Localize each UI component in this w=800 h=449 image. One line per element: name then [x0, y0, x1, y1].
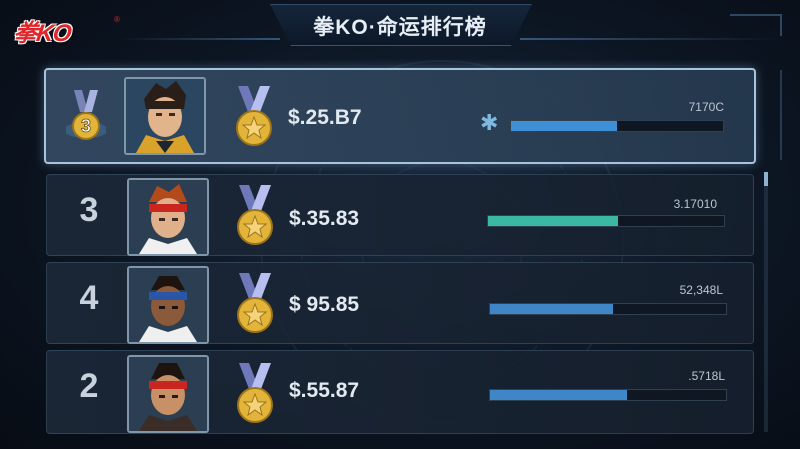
asterisk-icon: ✱	[480, 110, 499, 135]
player-score: $.55.87	[289, 379, 360, 402]
player-score: $.35.83	[289, 207, 360, 230]
bar-value: 7170C	[688, 100, 724, 114]
leaderboard-row-highlighted[interactable]: 3 $.25.B7 ✱ 7170C	[44, 68, 756, 164]
leaderboard-row[interactable]: 2 $.55.87 .5718L	[46, 350, 754, 434]
corner-decoration	[730, 14, 782, 36]
fighter-portrait	[124, 77, 206, 155]
side-decoration	[770, 70, 782, 160]
gold-medal-icon	[237, 185, 273, 245]
progress-bar	[489, 389, 727, 401]
player-score: $.25.B7	[288, 106, 362, 129]
rank-number: 2	[79, 367, 99, 405]
fighter-portrait	[127, 355, 209, 433]
rank-badge-icon: 3	[66, 90, 106, 140]
header-divider	[520, 38, 780, 40]
header: 拳KO ® 拳KO·命运排行榜	[0, 0, 800, 56]
scrollbar[interactable]	[764, 172, 768, 432]
rank-number: 3	[79, 191, 99, 229]
scrollbar-thumb[interactable]	[764, 172, 768, 186]
progress-bar	[510, 120, 724, 132]
rank-number: 4	[79, 279, 99, 317]
registered-mark: ®	[114, 15, 120, 24]
progress-bar-fill	[488, 216, 618, 226]
bar-value: .5718L	[688, 369, 725, 383]
progress-bar	[489, 303, 727, 315]
progress-bar	[487, 215, 725, 227]
rank-badge-number: 3	[81, 116, 91, 136]
bar-value: 3.17010	[673, 197, 717, 211]
progress-bar-fill	[490, 304, 613, 314]
progress-bar-fill	[490, 390, 627, 400]
game-logo: 拳KO	[11, 20, 73, 47]
page-title: 拳KO·命运排行榜	[313, 16, 487, 39]
bar-value: 52,348L	[679, 283, 723, 297]
leaderboard-row[interactable]: 3 $.35.83 3.17010	[46, 174, 754, 256]
fighter-portrait	[127, 266, 209, 344]
leaderboard-row[interactable]: 4 $ 95.85 52,348L	[46, 262, 754, 344]
player-score: $ 95.85	[289, 293, 360, 316]
gold-medal-icon	[237, 363, 273, 423]
header-divider	[120, 38, 280, 40]
progress-bar-fill	[511, 121, 617, 131]
fighter-portrait	[127, 178, 209, 256]
gold-medal-icon	[236, 86, 272, 146]
gold-medal-icon	[237, 273, 273, 333]
